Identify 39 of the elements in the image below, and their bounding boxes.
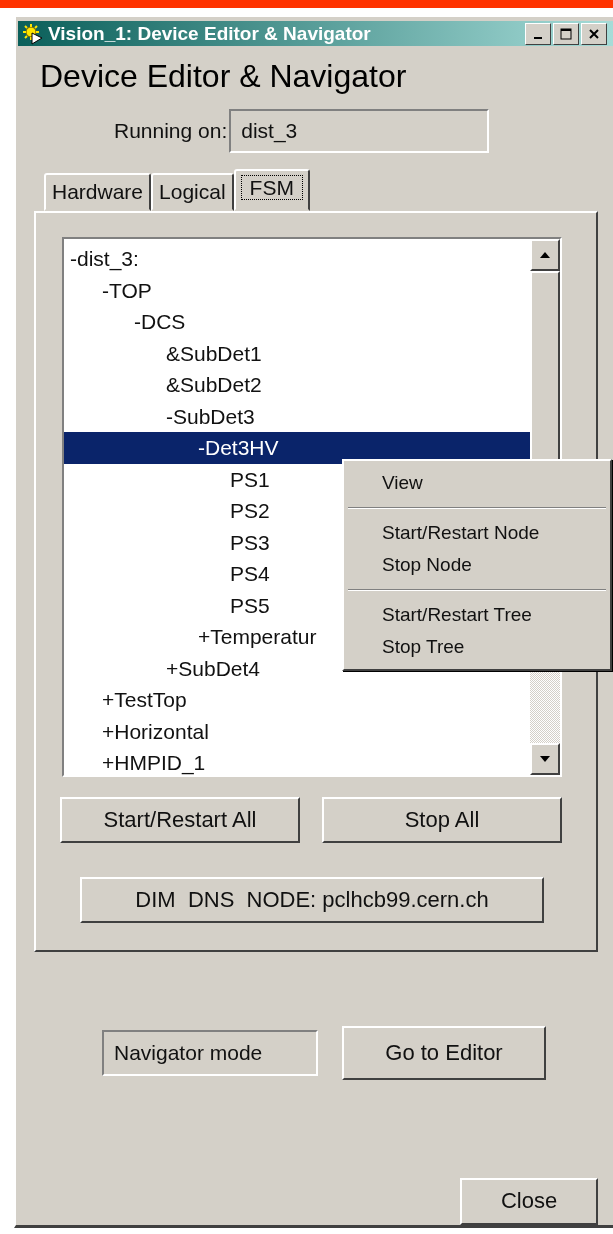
close-icon — [588, 27, 600, 40]
tree-item[interactable]: &SubDet1 — [64, 337, 530, 370]
up-arrow-icon — [539, 251, 551, 260]
minimize-icon — [534, 36, 542, 39]
tree-item[interactable]: +Horizontal — [64, 715, 530, 748]
running-on-field: dist_3 — [229, 109, 490, 154]
running-on-label: Running on: — [114, 119, 228, 144]
dns-node-button[interactable]: DIM DNS NODE: pclhcb99.cern.ch — [80, 877, 544, 924]
sun-icon — [22, 22, 44, 45]
close-button[interactable]: Close — [460, 1177, 598, 1225]
go-to-editor-button[interactable]: Go to Editor — [342, 1025, 546, 1080]
maximize-button[interactable] — [553, 22, 579, 45]
down-arrow-icon — [539, 755, 551, 764]
tree-item[interactable]: +HMPID_1 — [64, 747, 530, 776]
tree-item[interactable]: +TestTop — [64, 684, 530, 716]
page-heading: Device Editor & Navigator — [40, 58, 408, 96]
minimize-button[interactable] — [525, 22, 551, 45]
tree-item[interactable]: &SubDet2 — [64, 369, 530, 401]
maximize-icon — [560, 27, 572, 40]
tab[interactable]: FSM — [233, 169, 310, 212]
close-icon-button[interactable] — [581, 22, 607, 45]
menu-item[interactable]: Start/Restart Node — [346, 517, 608, 549]
tree-item[interactable]: -TOP — [64, 274, 530, 307]
tree-item[interactable]: -DCS — [64, 306, 530, 338]
tab[interactable]: Hardware — [44, 173, 152, 212]
tree-item[interactable]: -Det3HV — [64, 432, 530, 464]
tree-item[interactable]: -dist_3: — [64, 243, 530, 275]
scroll-up-button[interactable] — [530, 239, 560, 272]
menu-item[interactable]: Stop Node — [346, 549, 608, 581]
menu-item[interactable]: Stop Tree — [346, 631, 608, 663]
tree-item[interactable]: -SubDet3 — [64, 400, 530, 433]
mode-field: Navigator mode — [102, 1029, 318, 1076]
tab[interactable]: Logical — [151, 173, 234, 212]
menu-item[interactable]: View — [346, 467, 608, 499]
action-button[interactable]: Start/Restart All — [60, 797, 300, 844]
menu-item[interactable]: Start/Restart Tree — [346, 599, 608, 631]
scroll-down-button[interactable] — [530, 743, 560, 776]
window-title: Vision_1: Device Editor & Navigator — [48, 22, 372, 45]
action-button[interactable]: Stop All — [322, 797, 562, 844]
